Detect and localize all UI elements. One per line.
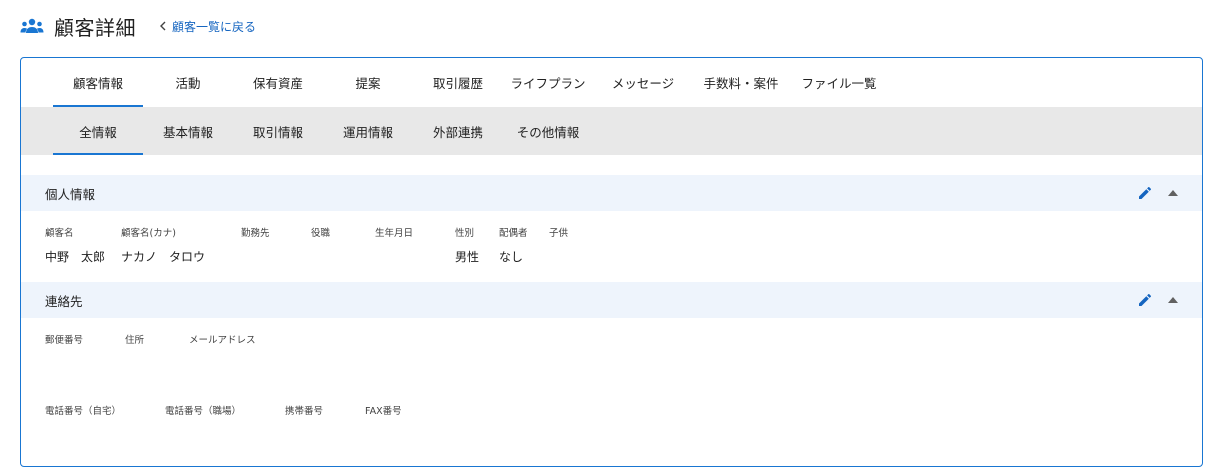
tab-label: メッセージ: [611, 76, 675, 91]
field-label: 携帯番号: [285, 406, 324, 417]
people-icon: [20, 18, 44, 33]
subtab-label: その他情報: [516, 124, 580, 140]
tab-customer-info[interactable]: 顧客情報: [53, 58, 143, 107]
page-header: 顧客詳細 顧客一覧に戻る: [20, 12, 256, 40]
tab-file-list[interactable]: ファイル一覧: [789, 58, 889, 107]
subtab-other-info[interactable]: その他情報: [503, 107, 593, 155]
tab-label: ファイル一覧: [801, 76, 877, 91]
tab-holdings[interactable]: 保有資産: [233, 58, 323, 107]
field-label: メールアドレス: [189, 335, 256, 346]
pencil-icon[interactable]: [1138, 186, 1152, 200]
subtab-label: 取引情報: [252, 124, 303, 140]
tab-label: 活動: [175, 76, 201, 91]
field-position: 役職: [311, 225, 330, 248]
tab-label: 提案: [355, 76, 381, 91]
section-actions: [1138, 175, 1178, 211]
field-gender: 性別 男性: [455, 225, 479, 265]
field-fax: FAX番号: [365, 403, 402, 426]
section-title: 個人情報: [45, 186, 96, 202]
back-link-label[interactable]: 顧客一覧に戻る: [172, 18, 256, 35]
tab-life-plan[interactable]: ライフプラン: [503, 58, 593, 107]
tab-label: ライフプラン: [510, 76, 586, 91]
field-label: 電話番号（職場）: [165, 406, 242, 417]
sub-tab-bar: 全情報 基本情報 取引情報 運用情報 外部連携 その他情報: [21, 107, 1202, 155]
tab-label: 保有資産: [252, 76, 303, 91]
field-label: 役職: [311, 228, 331, 239]
field-label: 顧客名(カナ): [121, 228, 176, 239]
subtab-label: 全情報: [79, 124, 117, 140]
field-address: 住所: [125, 332, 144, 355]
caret-up-icon[interactable]: [1168, 297, 1178, 303]
customer-detail-card: 顧客情報 活動 保有資産 提案 取引履歴 ライフプラン メッセージ 手数料・案件…: [20, 57, 1203, 467]
field-children: 子供: [549, 225, 568, 248]
page-title: 顧客詳細: [54, 15, 136, 40]
tab-messages[interactable]: メッセージ: [593, 58, 693, 107]
subtab-basic-info[interactable]: 基本情報: [143, 107, 233, 155]
field-mobile-phone: 携帯番号: [285, 403, 323, 426]
tab-fees-cases[interactable]: 手数料・案件: [693, 58, 789, 107]
tab-proposal[interactable]: 提案: [323, 58, 413, 107]
field-birthdate: 生年月日: [375, 225, 413, 248]
section-title: 連絡先: [45, 293, 83, 309]
field-value: なし: [499, 250, 524, 264]
field-email: メールアドレス: [189, 332, 256, 355]
caret-up-icon[interactable]: [1168, 190, 1178, 196]
field-label: 生年月日: [375, 228, 414, 239]
field-label: FAX番号: [365, 406, 402, 417]
field-customer-name-kana: 顧客名(カナ) ナカノ タロウ: [121, 225, 205, 265]
field-label: 郵便番号: [45, 335, 84, 346]
field-label: 配偶者: [499, 228, 528, 239]
field-spouse: 配偶者 なし: [499, 225, 528, 265]
contact-section-header: 連絡先: [21, 282, 1202, 318]
field-postal-code: 郵便番号: [45, 332, 83, 355]
field-customer-name: 顧客名 中野 太郎: [45, 225, 105, 265]
tab-label: 手数料・案件: [703, 76, 779, 91]
field-label: 住所: [125, 335, 145, 346]
subtab-label: 基本情報: [162, 124, 213, 140]
subtab-label: 外部連携: [432, 124, 483, 140]
field-label: 子供: [549, 228, 569, 239]
field-work-phone: 電話番号（職場）: [165, 403, 241, 426]
subtab-investment-info[interactable]: 運用情報: [323, 107, 413, 155]
field-home-phone: 電話番号（自宅）: [45, 403, 121, 426]
personal-info-section-header: 個人情報: [21, 175, 1202, 211]
field-value: 中野 太郎: [45, 250, 106, 264]
field-label: 性別: [455, 228, 475, 239]
field-employer: 勤務先: [241, 225, 270, 248]
pencil-icon[interactable]: [1138, 293, 1152, 307]
subtab-transaction-info[interactable]: 取引情報: [233, 107, 323, 155]
field-value: 男性: [455, 250, 480, 264]
tab-transaction-history[interactable]: 取引履歴: [413, 58, 503, 107]
tab-activity[interactable]: 活動: [143, 58, 233, 107]
field-value: ナカノ タロウ: [121, 250, 206, 264]
field-label: 電話番号（自宅）: [45, 406, 122, 417]
field-label: 顧客名: [45, 228, 74, 239]
tab-label: 顧客情報: [72, 76, 123, 91]
back-to-list-link[interactable]: 顧客一覧に戻る: [158, 18, 256, 35]
tab-label: 取引履歴: [432, 76, 483, 91]
field-label: 勤務先: [241, 228, 270, 239]
section-actions: [1138, 282, 1178, 318]
subtab-external-link[interactable]: 外部連携: [413, 107, 503, 155]
main-tab-bar: 顧客情報 活動 保有資産 提案 取引履歴 ライフプラン メッセージ 手数料・案件…: [21, 58, 1202, 107]
chevron-left-icon: [160, 21, 166, 31]
subtab-all-info[interactable]: 全情報: [53, 107, 143, 155]
subtab-label: 運用情報: [342, 124, 393, 140]
